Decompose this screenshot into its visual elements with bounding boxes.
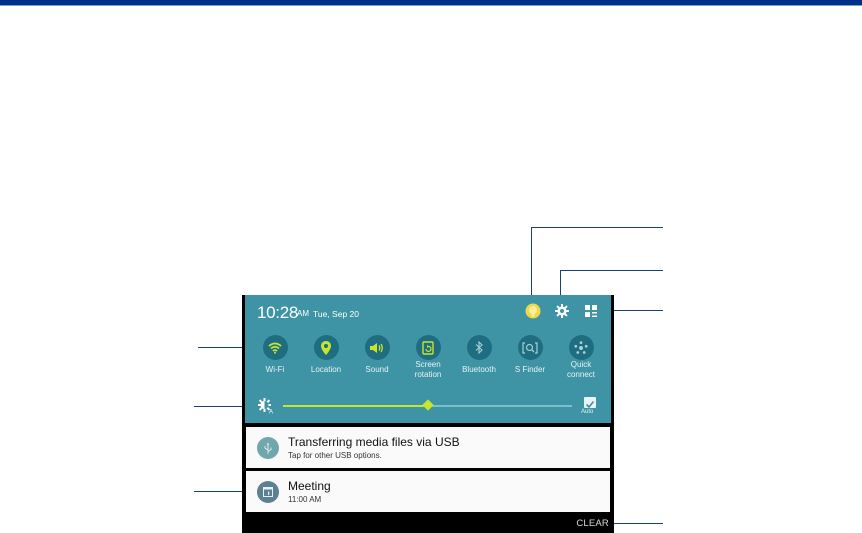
location-pin-icon [313, 335, 339, 360]
notification-usb[interactable]: Transferring media files via USB Tap for… [246, 427, 610, 468]
tile-location[interactable]: Location [301, 335, 351, 375]
tile-label: Sound [365, 365, 389, 374]
clock-ampm: AM [297, 309, 309, 318]
brightness-slider[interactable] [283, 399, 572, 411]
quick-connect-icon [568, 335, 594, 360]
notification-title: Transferring media files via USB [288, 435, 460, 449]
svg-text:A: A [269, 410, 273, 415]
calendar-icon [257, 481, 279, 503]
tile-label: Quick connect [566, 360, 596, 379]
tile-label: Location [310, 365, 342, 374]
quick-settings-area: 10:28 AM Tue, Sep 20 Wi-Fi Location Soun… [245, 295, 611, 423]
tile-label: S Finder [514, 365, 546, 374]
clock-time: 10:28 [257, 303, 299, 322]
tile-label: Wi-Fi [265, 365, 285, 374]
tile-bluetooth[interactable]: Bluetooth [454, 335, 504, 375]
auto-brightness-label: Auto [581, 409, 594, 415]
tile-wifi[interactable]: Wi-Fi [250, 335, 300, 375]
settings-gear-icon[interactable] [554, 303, 570, 319]
tile-s-finder[interactable]: S Finder [505, 335, 555, 375]
notification-title: Meeting [288, 479, 331, 493]
tile-sound[interactable]: Sound [352, 335, 402, 375]
callout-settings-horizontal [560, 270, 663, 271]
s-finder-icon [517, 335, 543, 360]
notification-panel: 10:28 AM Tue, Sep 20 Wi-Fi Location Soun… [242, 295, 614, 533]
quick-settings-grid-icon[interactable] [583, 303, 599, 319]
tile-label: Screen rotation [414, 360, 442, 379]
callout-user-vertical [531, 227, 532, 303]
screen-rotation-icon [415, 335, 441, 360]
sound-speaker-icon [364, 335, 390, 360]
notification-meeting[interactable]: Meeting 11:00 AM [246, 471, 610, 512]
brightness-auto-icon: A [258, 398, 274, 416]
notification-subtitle: 11:00 AM [288, 495, 322, 504]
callout-user-horizontal [531, 227, 663, 228]
auto-brightness-checkbox[interactable] [584, 397, 596, 409]
tile-quick-connect[interactable]: Quick connect [556, 335, 606, 380]
date-label: Tue, Sep 20 [313, 309, 359, 319]
tile-screen-rotation[interactable]: Screen rotation [403, 335, 453, 380]
usb-icon [257, 437, 279, 459]
user-profile-icon[interactable] [525, 303, 541, 319]
brightness-slider-thumb[interactable] [421, 399, 434, 411]
notification-subtitle: Tap for other USB options. [288, 451, 382, 460]
bluetooth-icon [466, 335, 492, 360]
wifi-icon [262, 335, 288, 360]
brightness-slider-fill [283, 405, 428, 407]
tile-label: Bluetooth [462, 365, 496, 374]
top-bar-shadow [0, 5, 862, 6]
clear-button[interactable]: CLEAR [576, 518, 609, 529]
callout-clear [609, 523, 663, 524]
